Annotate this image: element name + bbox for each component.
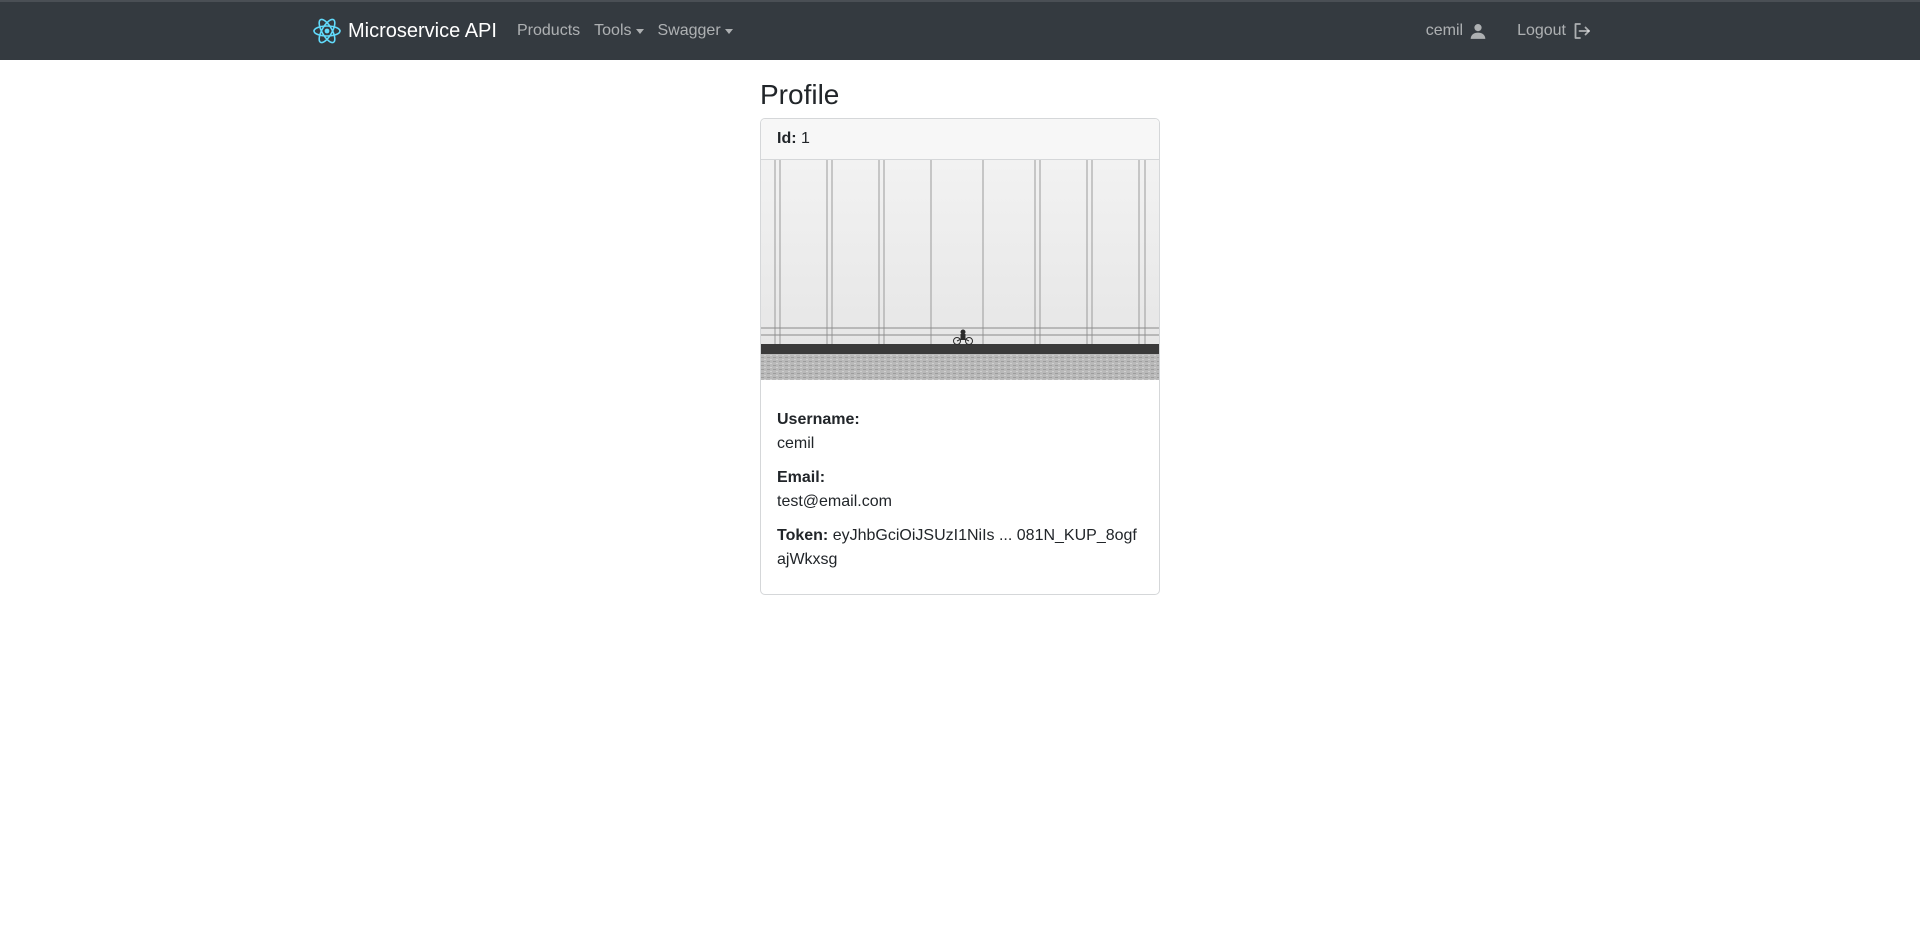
username-field: Username: cemil xyxy=(777,408,1143,456)
token-field: Token: eyJhbGciOiJSUzI1NiIs ... 081N_KUP… xyxy=(777,524,1143,572)
profile-card: Id: 1 Username: cemil Email: test@email.… xyxy=(760,118,1160,595)
email-value: test@email.com xyxy=(777,493,892,510)
person-icon xyxy=(1469,22,1487,40)
token-value: eyJhbGciOiJSUzI1NiIs ... 081N_KUP_8ogfaj… xyxy=(777,527,1137,568)
nav-products-link[interactable]: Products xyxy=(510,22,587,40)
id-label: Id: xyxy=(777,130,797,147)
nav-links: Products Tools Swagger xyxy=(510,2,740,60)
nav-tools-label: Tools xyxy=(594,22,632,39)
profile-card-header: Id: 1 xyxy=(761,119,1159,160)
profile-card-body: Username: cemil Email: test@email.com To… xyxy=(761,380,1159,594)
main-content: Profile Id: 1 Username: cemil Email: tes… xyxy=(760,78,1160,595)
nav-user-area: cemil Logout xyxy=(1418,2,1600,60)
nav-tools-dropdown[interactable]: Tools xyxy=(587,22,650,40)
top-navbar: Microservice API Products Tools Swagger … xyxy=(0,2,1920,60)
id-value: 1 xyxy=(801,130,810,147)
nav-swagger-label: Swagger xyxy=(657,22,721,39)
logout-label: Logout xyxy=(1517,22,1566,39)
user-name: cemil xyxy=(1425,22,1464,39)
email-field: Email: test@email.com xyxy=(777,466,1143,514)
email-label: Email: xyxy=(777,469,826,486)
bridge-cyclist-photo xyxy=(761,160,1159,380)
user-profile-link[interactable]: cemil xyxy=(1418,22,1495,40)
caret-down-icon xyxy=(635,28,644,34)
username-value: cemil xyxy=(777,435,815,452)
token-label: Token: xyxy=(777,527,829,544)
nav-products-label: Products xyxy=(517,22,581,39)
page-title: Profile xyxy=(760,79,840,110)
navbar-container: Microservice API Products Tools Swagger … xyxy=(312,2,1600,60)
react-logo-icon xyxy=(312,16,342,46)
brand-link[interactable]: Microservice API xyxy=(312,2,497,60)
username-label: Username: xyxy=(777,411,860,428)
caret-down-icon xyxy=(724,28,733,34)
logout-icon xyxy=(1572,21,1592,41)
brand-text: Microservice API xyxy=(348,19,497,42)
nav-swagger-dropdown[interactable]: Swagger xyxy=(651,22,740,40)
logout-link[interactable]: Logout xyxy=(1509,21,1600,41)
